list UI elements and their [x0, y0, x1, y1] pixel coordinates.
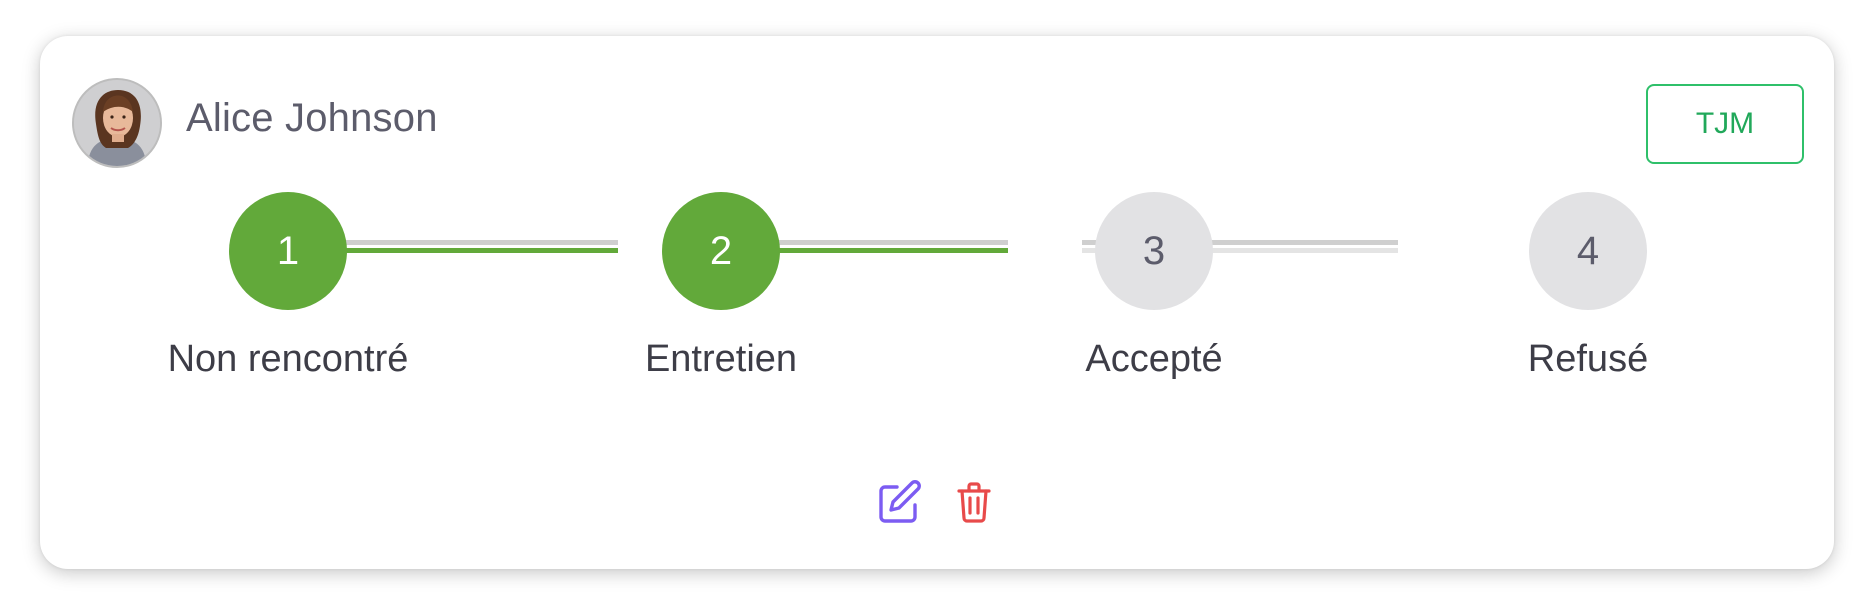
avatar	[72, 78, 162, 168]
delete-button[interactable]	[948, 478, 1000, 530]
card-actions	[40, 478, 1834, 530]
candidate-card: Alice Johnson TJM 1 Non rencontré 2 Entr…	[40, 36, 1834, 569]
edit-button[interactable]	[874, 478, 926, 530]
step-label-4: Refusé	[1527, 338, 1649, 380]
step-label-2: Entretien	[644, 338, 798, 380]
step-circle-4[interactable]: 4	[1529, 192, 1647, 310]
candidate-name: Alice Johnson	[186, 96, 438, 140]
tjm-button[interactable]: TJM	[1646, 84, 1804, 164]
status-stepper: 1 Non rencontré 2 Entretien 3 Accepté 4 …	[40, 192, 1834, 380]
step-entretien: 2 Entretien	[571, 192, 871, 381]
step-circle-1[interactable]: 1	[229, 192, 347, 310]
step-circle-2[interactable]: 2	[662, 192, 780, 310]
trash-icon	[954, 480, 994, 529]
step-refuse: 4 Refusé	[1438, 192, 1738, 381]
step-accepte: 3 Accepté	[1004, 192, 1304, 381]
step-label-1: Non rencontré	[167, 338, 409, 380]
edit-icon	[875, 477, 925, 532]
step-non-rencontre: 1 Non rencontré	[138, 192, 438, 381]
step-circle-3[interactable]: 3	[1095, 192, 1213, 310]
step-label-3: Accepté	[1085, 338, 1223, 380]
